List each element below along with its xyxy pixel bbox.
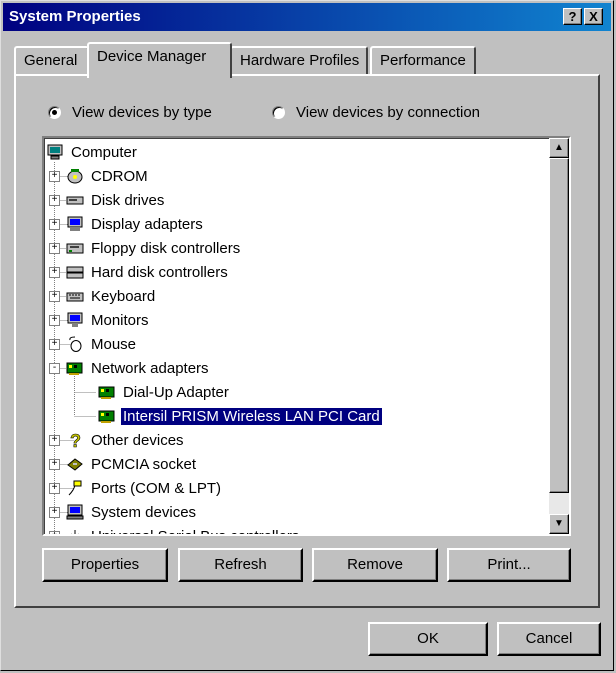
tree-item-label: Universal Serial Bus controllers	[91, 527, 300, 536]
tree-item-label: Monitors	[91, 311, 149, 329]
device-tree[interactable]: Computer + CDROM + Disk drives + Display…	[42, 136, 571, 536]
svg-text:?: ?	[70, 432, 81, 448]
scroll-down-button[interactable]: ▼	[549, 514, 569, 534]
tree-item-other-devices[interactable]: ? Other devices	[66, 428, 186, 452]
tree-item-label: Mouse	[91, 335, 137, 353]
tab-general[interactable]: General	[14, 46, 89, 74]
expand-icon[interactable]: +	[49, 195, 60, 206]
expand-icon[interactable]: +	[49, 171, 60, 182]
tree-item-label: Disk drives	[91, 191, 165, 209]
expand-icon[interactable]: +	[49, 459, 60, 470]
collapse-icon[interactable]: -	[49, 363, 60, 374]
expand-icon[interactable]: +	[49, 315, 60, 326]
tree-item-usb-controllers[interactable]: Universal Serial Bus controllers	[66, 524, 301, 536]
view-by-connection-radio[interactable]: View devices by connection	[272, 102, 480, 122]
expand-icon[interactable]: +	[49, 267, 60, 278]
tab-device-manager[interactable]: Device Manager	[87, 42, 232, 78]
expand-icon[interactable]: +	[49, 435, 60, 446]
port-icon	[66, 480, 84, 496]
tree-item-monitors[interactable]: Monitors	[66, 308, 151, 332]
tree-item-label: System devices	[91, 503, 197, 521]
monitor-icon	[66, 312, 84, 328]
tree-item-label: Dial-Up Adapter	[123, 383, 229, 401]
tree-item-label: Other devices	[91, 431, 184, 449]
tree-item-intersil-prism-card[interactable]: Intersil PRISM Wireless LAN PCI Card	[98, 404, 383, 428]
tree-item-pcmcia-socket[interactable]: PCMCIA socket	[66, 452, 198, 476]
properties-button[interactable]: Properties	[42, 548, 168, 582]
tab-performance[interactable]: Performance	[370, 46, 476, 74]
tree-item-network-adapters[interactable]: Network adapters	[66, 356, 211, 380]
tree-item-label: Computer	[71, 143, 137, 161]
hard-disk-controller-icon	[66, 264, 84, 280]
display-adapter-icon	[66, 216, 84, 232]
tree-item-label: Display adapters	[91, 215, 203, 233]
title-bar[interactable]: System Properties ? X	[3, 3, 611, 31]
network-adapter-icon	[66, 360, 84, 376]
tree-item-label: Network adapters	[91, 359, 209, 377]
expand-icon[interactable]: +	[49, 531, 60, 534]
tree-item-system-devices[interactable]: System devices	[66, 500, 198, 524]
tree-item-label: Keyboard	[91, 287, 156, 305]
expand-icon[interactable]: +	[49, 339, 60, 350]
view-by-type-label: View devices by type	[72, 103, 212, 121]
pcmcia-icon	[66, 456, 84, 472]
expand-icon[interactable]: +	[49, 507, 60, 518]
expand-icon[interactable]: +	[49, 243, 60, 254]
remove-button[interactable]: Remove	[312, 548, 438, 582]
tree-item-hard-disk-controllers[interactable]: Hard disk controllers	[66, 260, 230, 284]
view-by-type-radio[interactable]: View devices by type	[48, 102, 212, 122]
tree-item-disk-drives[interactable]: Disk drives	[66, 188, 166, 212]
help-button[interactable]: ?	[563, 8, 582, 25]
scroll-up-button[interactable]: ▲	[549, 138, 569, 158]
cancel-button[interactable]: Cancel	[497, 622, 601, 656]
tree-item-label: PCMCIA socket	[91, 455, 197, 473]
expand-icon[interactable]: +	[49, 483, 60, 494]
window-title: System Properties	[9, 8, 141, 25]
radio-selected-dot	[52, 109, 57, 115]
tree-item-label: CDROM	[91, 167, 148, 185]
tree-item-keyboard[interactable]: Keyboard	[66, 284, 157, 308]
network-adapter-icon	[98, 384, 116, 400]
tree-item-dial-up-adapter[interactable]: Dial-Up Adapter	[98, 380, 231, 404]
vertical-scrollbar[interactable]: ▲ ▼	[549, 138, 569, 534]
tree-root-computer[interactable]: Computer	[46, 140, 139, 164]
system-device-icon	[66, 504, 84, 520]
tree-item-mouse[interactable]: Mouse	[66, 332, 138, 356]
tree-item-label-selected: Intersil PRISM Wireless LAN PCI Card	[120, 406, 383, 426]
expand-icon[interactable]: +	[49, 219, 60, 230]
tree-item-floppy-disk-controllers[interactable]: Floppy disk controllers	[66, 236, 242, 260]
scroll-thumb[interactable]	[549, 158, 569, 493]
cdrom-icon	[66, 168, 84, 184]
keyboard-icon	[66, 288, 84, 304]
print-button[interactable]: Print...	[447, 548, 571, 582]
view-by-connection-label: View devices by connection	[296, 103, 480, 121]
floppy-controller-icon	[66, 240, 84, 256]
tab-hardware-profiles[interactable]: Hardware Profiles	[230, 46, 368, 74]
question-icon: ?	[66, 431, 84, 452]
tree-item-label: Floppy disk controllers	[91, 239, 241, 257]
ok-button[interactable]: OK	[368, 622, 488, 656]
tree-item-display-adapters[interactable]: Display adapters	[66, 212, 205, 236]
computer-icon	[46, 144, 64, 160]
tree-item-label: Hard disk controllers	[91, 263, 228, 281]
network-adapter-icon	[98, 408, 116, 424]
close-button[interactable]: X	[584, 8, 603, 25]
mouse-icon	[66, 336, 84, 352]
disk-drive-icon	[66, 192, 84, 208]
usb-icon	[66, 528, 84, 534]
expand-icon[interactable]: +	[49, 291, 60, 302]
radio-button[interactable]	[272, 105, 285, 119]
refresh-button[interactable]: Refresh	[178, 548, 303, 582]
radio-button[interactable]	[48, 105, 61, 119]
tree-item-cdrom[interactable]: CDROM	[66, 164, 150, 188]
tree-item-label: Ports (COM & LPT)	[91, 479, 222, 497]
tree-item-ports[interactable]: Ports (COM & LPT)	[66, 476, 223, 500]
